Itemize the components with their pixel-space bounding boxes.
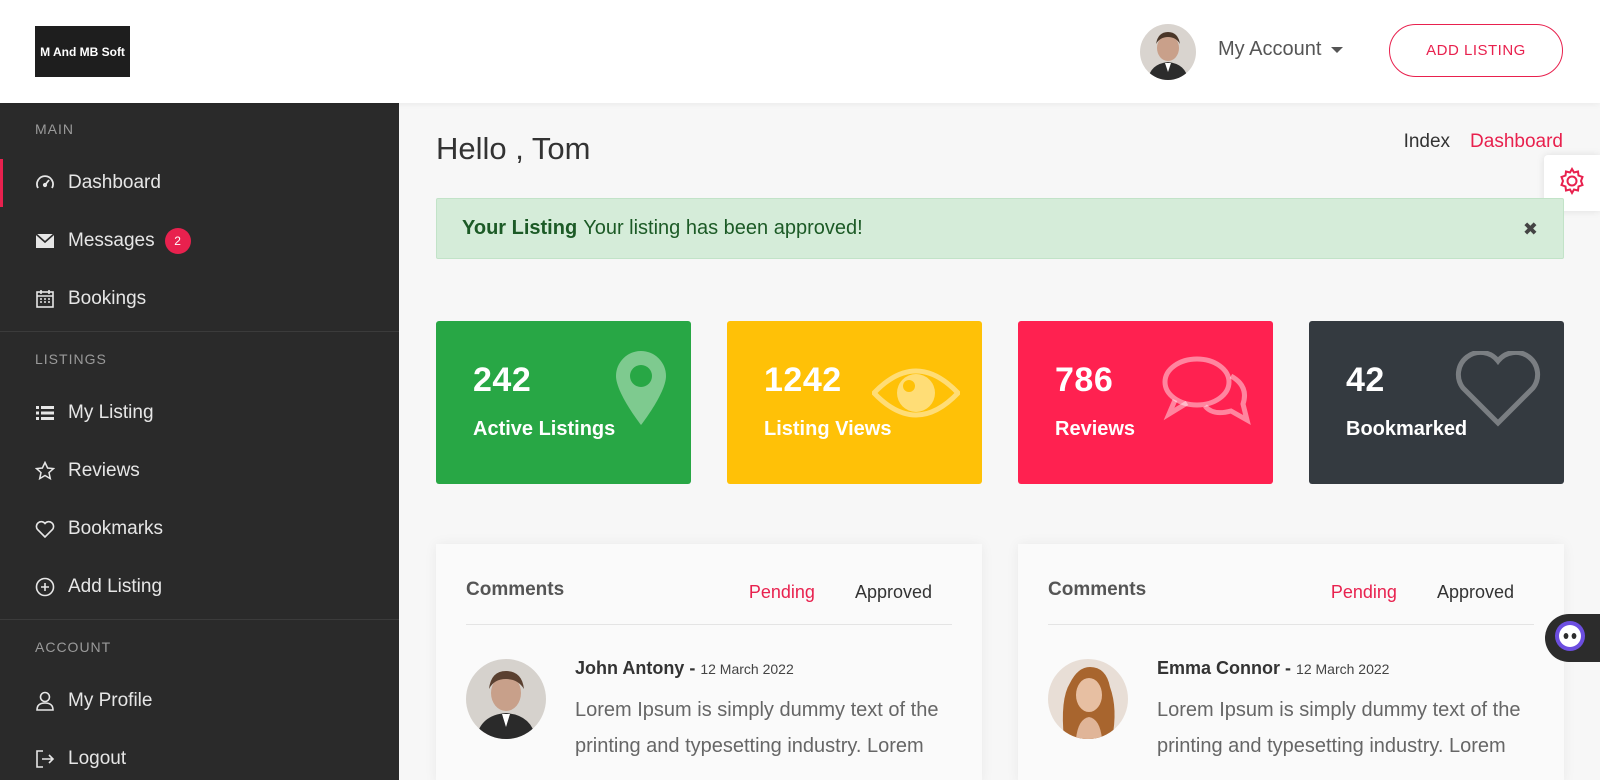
sidebar-item-label: Messages: [68, 230, 155, 251]
sidebar-item-logout[interactable]: Logout: [0, 735, 399, 780]
sidebar: MAIN Dashboard Messages 2 Bookings LISTI…: [0, 103, 399, 780]
breadcrumb-dashboard[interactable]: Dashboard: [1470, 131, 1563, 153]
tab-approved[interactable]: Approved: [1437, 582, 1514, 603]
stat-value: 1242: [764, 361, 842, 399]
comments-card: Comments Pending Approved John Antony - …: [436, 544, 982, 780]
user-icon: [34, 690, 56, 712]
avatar: [466, 659, 546, 739]
stat-bookmarked: 42 Bookmarked: [1309, 321, 1564, 484]
stat-label: Reviews: [1055, 418, 1136, 440]
sidebar-item-bookmarks[interactable]: Bookmarks: [0, 505, 399, 553]
sidebar-item-messages[interactable]: Messages 2: [0, 217, 399, 265]
sidebar-item-label: Bookings: [68, 288, 147, 309]
sidebar-item-reviews[interactable]: Reviews: [0, 447, 399, 495]
comment-author: John Antony - 12 March 2022: [575, 658, 794, 679]
stat-value: 42: [1346, 361, 1385, 399]
sidebar-item-label: Dashboard: [68, 172, 161, 193]
tab-pending[interactable]: Pending: [749, 582, 815, 603]
stat-label: Active Listings: [473, 418, 616, 440]
sidebar-divider: [0, 331, 399, 332]
comment-author-name: Emma Connor -: [1157, 658, 1292, 678]
comments-tabs: Pending Approved: [1331, 582, 1514, 603]
chat-bubbles-icon: [1161, 354, 1251, 431]
heart-icon: [34, 518, 56, 540]
comments-card: Comments Pending Approved Emma Connor - …: [1018, 544, 1564, 780]
close-icon[interactable]: ✖: [1523, 219, 1538, 240]
top-header: M And MB Soft My Account ADD LISTING: [0, 0, 1600, 103]
sidebar-section-listings: LISTINGS: [35, 351, 107, 367]
dashboard-gauge-icon: [34, 172, 56, 194]
alert-message: Your listing has been approved!: [583, 217, 863, 239]
sidebar-section-main: MAIN: [35, 121, 74, 137]
comment-author-name: John Antony -: [575, 658, 696, 678]
sidebar-item-add-listing[interactable]: Add Listing: [0, 563, 399, 611]
alert-title: Your Listing: [462, 217, 578, 239]
list-icon: [34, 402, 56, 424]
chat-widget-button[interactable]: [1545, 614, 1600, 662]
add-listing-button[interactable]: ADD LISTING: [1389, 24, 1563, 77]
my-account-dropdown[interactable]: My Account: [1218, 38, 1344, 61]
chatbot-icon: [1554, 620, 1586, 657]
page-title: Hello , Tom: [436, 131, 591, 166]
heart-icon: [1454, 349, 1542, 432]
tab-pending[interactable]: Pending: [1331, 582, 1397, 603]
sidebar-item-my-profile[interactable]: My Profile: [0, 677, 399, 725]
stat-value: 786: [1055, 361, 1114, 399]
comment-text: Lorem Ipsum is simply dummy text of the …: [1157, 699, 1521, 757]
breadcrumb: Index Dashboard: [1404, 131, 1563, 153]
caret-down-icon: [1331, 46, 1344, 53]
calendar-icon: [34, 288, 56, 310]
sidebar-item-label: Logout: [68, 748, 127, 769]
sidebar-item-label: My Listing: [68, 402, 154, 423]
messages-count-badge: 2: [164, 228, 191, 254]
gear-icon: [1557, 166, 1587, 201]
sidebar-item-label: Reviews: [68, 460, 140, 481]
card-divider: [1048, 624, 1534, 625]
tab-approved[interactable]: Approved: [855, 582, 932, 603]
sidebar-item-dashboard[interactable]: Dashboard: [0, 159, 399, 207]
breadcrumb-index[interactable]: Index: [1404, 131, 1450, 153]
card-title: Comments: [466, 579, 565, 600]
sidebar-item-label: Add Listing: [68, 576, 163, 597]
comments-tabs: Pending Approved: [749, 582, 932, 603]
logo[interactable]: M And MB Soft: [35, 26, 130, 77]
card-divider: [466, 624, 952, 625]
sidebar-item-my-listing[interactable]: My Listing: [0, 389, 399, 437]
comment-date: 12 March 2022: [1296, 661, 1390, 677]
approval-alert: Your Listing Your listing has been appro…: [436, 198, 1564, 259]
my-account-label: My Account: [1218, 38, 1322, 60]
comment-text: Lorem Ipsum is simply dummy text of the …: [575, 699, 939, 757]
star-icon: [34, 460, 56, 482]
comment-author: Emma Connor - 12 March 2022: [1157, 658, 1389, 679]
main-content: Hello , Tom Index Dashboard Your Listing…: [399, 103, 1600, 780]
stat-listing-views: 1242 Listing Views: [727, 321, 982, 484]
sidebar-item-label: Bookmarks: [68, 518, 164, 539]
sidebar-divider: [0, 619, 399, 620]
card-title: Comments: [1048, 579, 1147, 600]
user-avatar[interactable]: [1140, 24, 1196, 80]
logout-icon: [34, 748, 56, 770]
comment-date: 12 March 2022: [700, 661, 794, 677]
map-pin-icon: [616, 351, 666, 430]
sidebar-item-label: My Profile: [68, 690, 153, 711]
avatar: [1048, 659, 1128, 739]
stat-label: Bookmarked: [1346, 418, 1468, 440]
stat-value: 242: [473, 361, 532, 399]
sidebar-section-account: ACCOUNT: [35, 639, 112, 655]
plus-circle-icon: [34, 576, 56, 598]
stat-active-listings: 242 Active Listings: [436, 321, 691, 484]
stat-reviews: 786 Reviews: [1018, 321, 1273, 484]
sidebar-item-bookings[interactable]: Bookings: [0, 275, 399, 323]
envelope-icon: [34, 230, 56, 252]
eye-icon: [870, 363, 962, 428]
